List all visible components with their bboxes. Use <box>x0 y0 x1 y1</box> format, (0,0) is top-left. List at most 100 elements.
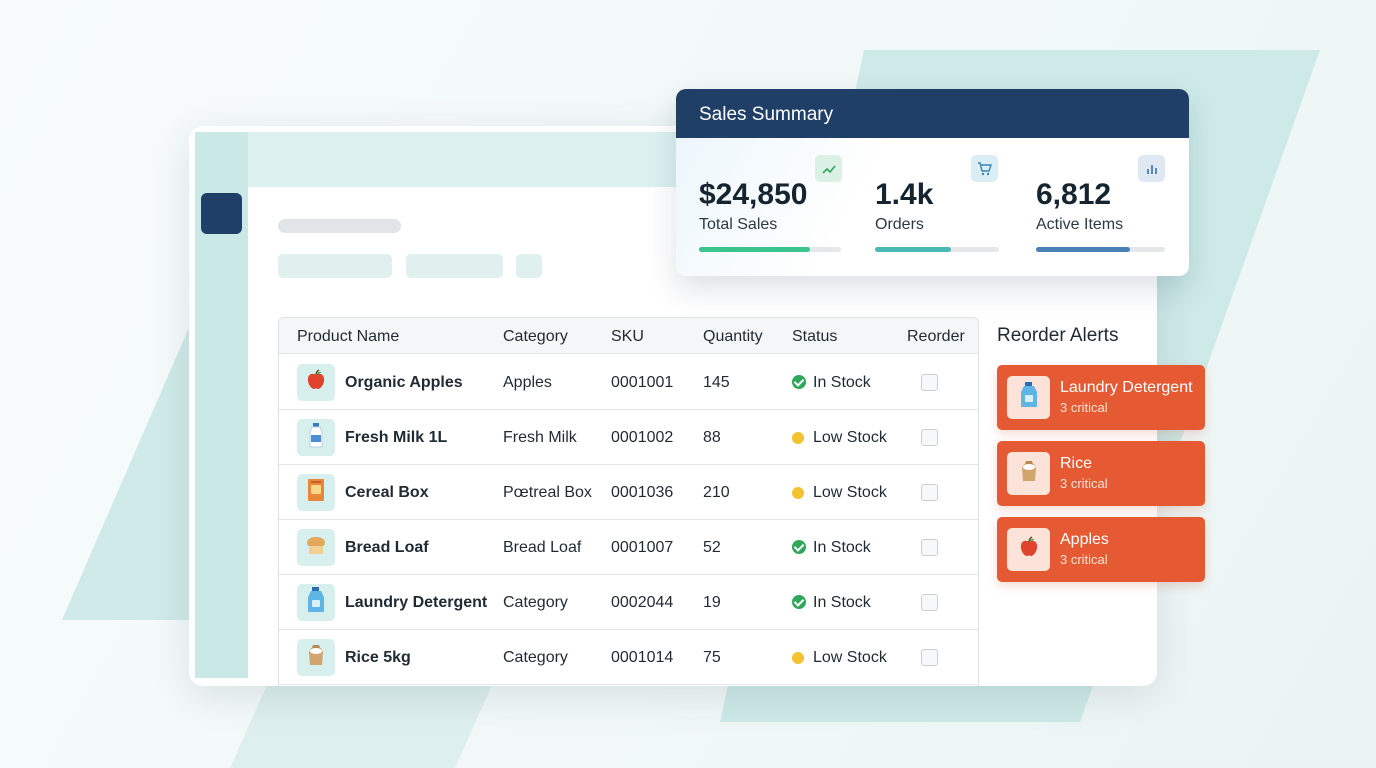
product-name[interactable]: Laundry Detergent <box>345 594 487 612</box>
table-row[interactable]: Organic Apples Apples 0001001 145 In Stock <box>279 355 978 410</box>
stat-label: Total Sales <box>699 216 778 233</box>
table-header: Product Name Category SKU Quantity Statu… <box>279 318 978 354</box>
table-row[interactable]: Fresh Milk 1L Fresh Milk 0001002 88 Low Stoc… <box>279 410 978 465</box>
column-header-status[interactable]: Status <box>792 328 837 346</box>
alert-critical-count: 3 critical <box>1060 400 1108 415</box>
stat-progress-fill <box>699 247 810 252</box>
filter-pill-placeholder[interactable] <box>406 254 503 278</box>
reorder-alerts-title: Reorder Alerts <box>997 325 1119 346</box>
stat-progress-fill <box>875 247 951 252</box>
stat-progress-bar <box>1036 247 1165 252</box>
product-name[interactable]: Organic Apples <box>345 374 463 392</box>
product-thumbnail <box>297 584 335 621</box>
column-header-reorder[interactable]: Reorder <box>907 328 965 346</box>
alert-product-name: Apples <box>1060 531 1109 548</box>
table-row[interactable]: Bread Loaf Bread Loaf 0001007 52 In Stock <box>279 520 978 575</box>
status-dot-icon <box>792 652 804 664</box>
product-quantity: 75 <box>703 649 721 666</box>
filter-pill-placeholder[interactable] <box>516 254 542 278</box>
product-sku: 0001036 <box>611 484 674 501</box>
product-sku: 0001002 <box>611 429 674 446</box>
product-name[interactable]: Fresh Milk 1L <box>345 429 447 447</box>
status-text: Low Stock <box>813 429 887 446</box>
product-category: Category <box>503 594 568 611</box>
status-text: Low Stock <box>813 649 887 666</box>
status-badge: In Stock <box>792 539 871 557</box>
alert-product-name: Rice <box>1060 455 1093 472</box>
status-text: In Stock <box>813 594 871 611</box>
product-quantity: 52 <box>703 539 721 556</box>
product-sku: 0001014 <box>611 649 674 666</box>
reorder-checkbox[interactable] <box>921 594 938 611</box>
status-badge: In Stock <box>792 374 871 392</box>
product-name[interactable]: Bread Loaf <box>345 539 429 557</box>
alert-thumbnail <box>1007 452 1050 495</box>
sidebar <box>195 132 248 678</box>
rice-sack-icon <box>1016 458 1042 489</box>
product-quantity: 88 <box>703 429 721 446</box>
alert-product-name: Laundry Detergent <box>1060 379 1193 396</box>
app-logo[interactable] <box>201 193 242 234</box>
column-header-sku[interactable]: SKU <box>611 328 644 346</box>
column-header-category[interactable]: Category <box>503 328 568 346</box>
detergent-bottle-icon <box>304 585 328 620</box>
reorder-checkbox[interactable] <box>921 374 938 391</box>
sales-summary-header: Sales Summary <box>676 89 1189 138</box>
stat-label: Active Items <box>1036 216 1124 233</box>
alert-thumbnail <box>1007 528 1050 571</box>
column-header-quantity[interactable]: Quantity <box>703 328 763 346</box>
alert-critical-count: 3 critical <box>1060 552 1108 567</box>
product-category: Pœtreal Box <box>503 484 592 501</box>
rice-sack-icon <box>303 642 329 673</box>
bar-chart-icon <box>1138 155 1165 182</box>
alert-thumbnail <box>1007 376 1050 419</box>
check-circle-icon <box>792 375 806 389</box>
product-quantity: 19 <box>703 594 721 611</box>
product-sku: 0002044 <box>611 594 674 611</box>
product-category: Bread Loaf <box>503 539 582 556</box>
stat-progress-fill <box>1036 247 1130 252</box>
reorder-checkbox[interactable] <box>921 539 938 556</box>
page-title-placeholder <box>278 219 401 233</box>
status-text: In Stock <box>813 539 871 556</box>
status-dot-icon <box>792 432 804 444</box>
stat-progress-bar <box>875 247 999 252</box>
product-sku: 0001001 <box>611 374 674 391</box>
product-thumbnail <box>297 529 335 566</box>
column-header-product-name[interactable]: Product Name <box>297 328 399 346</box>
status-text: In Stock <box>813 374 871 391</box>
product-thumbnail <box>297 639 335 676</box>
filter-pill-placeholder[interactable] <box>278 254 392 278</box>
product-category: Fresh Milk <box>503 429 577 446</box>
alert-critical-count: 3 critical <box>1060 476 1108 491</box>
cart-icon <box>971 155 998 182</box>
inventory-table: Product Name Category SKU Quantity Statu… <box>278 317 979 686</box>
table-row[interactable]: Cereal Box Pœtreal Box 0001036 210 Low Stock <box>279 465 978 520</box>
product-category: Apples <box>503 374 552 391</box>
status-badge: Low Stock <box>792 429 887 447</box>
stat-value: 6,812 <box>1036 178 1112 211</box>
product-sku: 0001007 <box>611 539 674 556</box>
status-badge: Low Stock <box>792 484 887 502</box>
reorder-alert-card[interactable]: Laundry Detergent 3 critical <box>997 365 1205 430</box>
stat-value: 1.4k <box>875 178 934 211</box>
detergent-bottle-icon <box>1017 380 1041 415</box>
stat-progress-bar <box>699 247 841 252</box>
product-name[interactable]: Rice 5kg <box>345 649 411 667</box>
sales-summary-title: Sales Summary <box>699 104 834 125</box>
reorder-checkbox[interactable] <box>921 429 938 446</box>
reorder-alert-card[interactable]: Rice 3 critical <box>997 441 1205 506</box>
reorder-checkbox[interactable] <box>921 484 938 501</box>
product-name[interactable]: Cereal Box <box>345 484 429 502</box>
stat-value: $24,850 <box>699 178 808 211</box>
status-badge: In Stock <box>792 594 871 612</box>
check-circle-icon <box>792 595 806 609</box>
trend-up-icon <box>815 155 842 182</box>
table-row[interactable]: Rice 5kg Category 0001014 75 Low Stock <box>279 630 978 685</box>
stat-label: Orders <box>875 216 924 233</box>
bread-icon <box>303 533 329 562</box>
status-dot-icon <box>792 487 804 499</box>
reorder-alert-card[interactable]: Apples 3 critical <box>997 517 1205 582</box>
table-row[interactable]: Laundry Detergent Category 0002044 19 In Sto… <box>279 575 978 630</box>
reorder-checkbox[interactable] <box>921 649 938 666</box>
